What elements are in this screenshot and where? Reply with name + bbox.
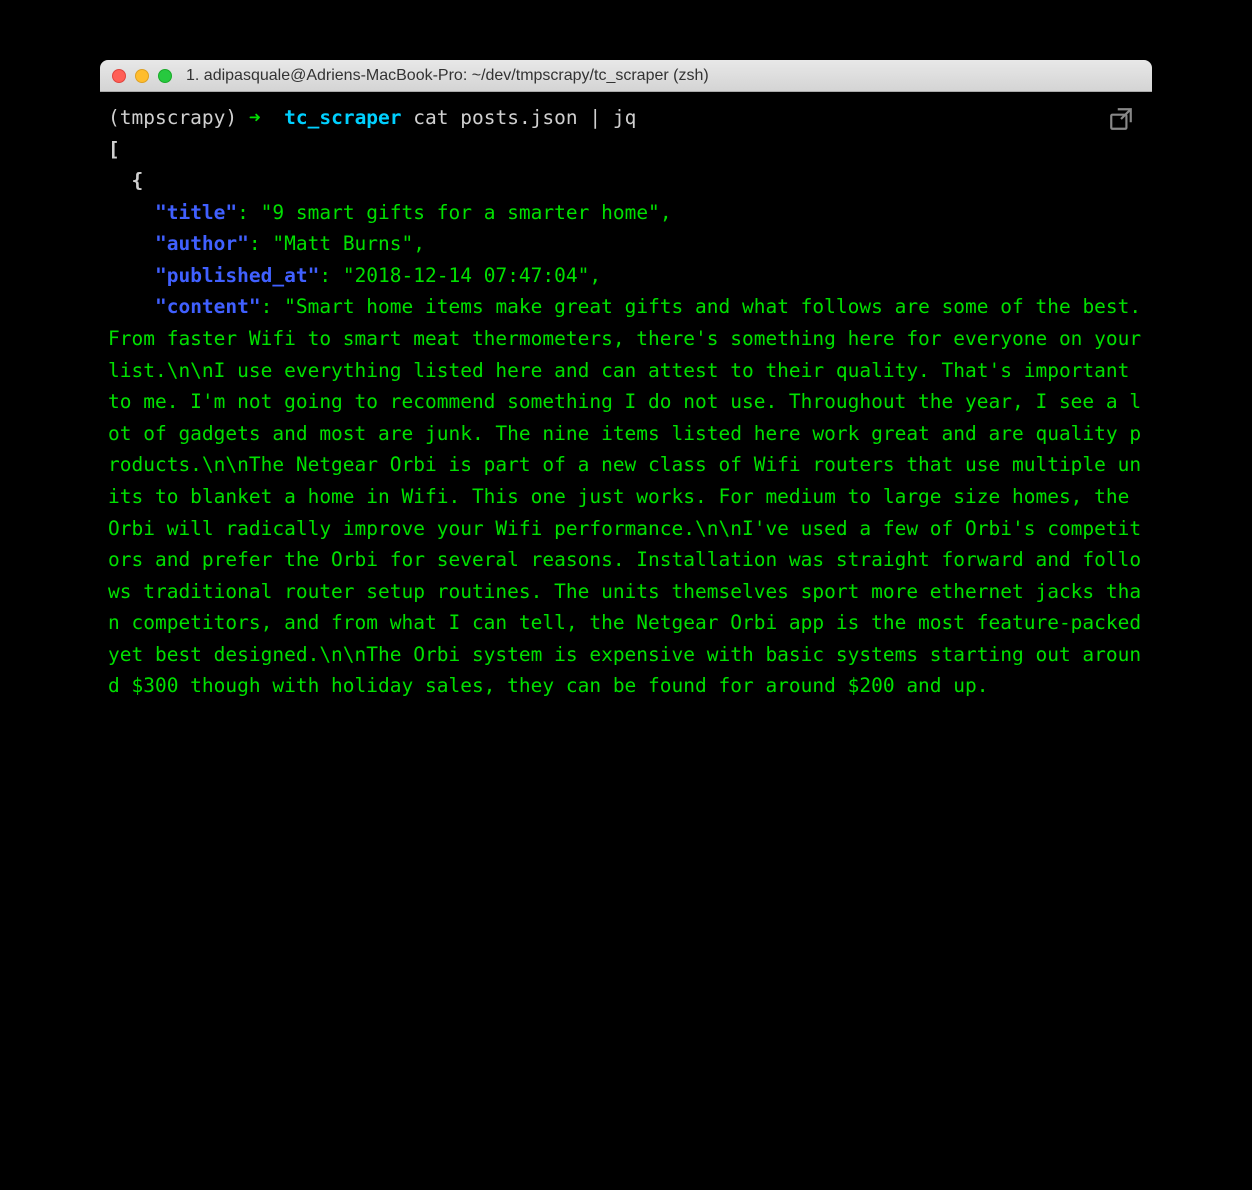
json-comma: ,: [413, 232, 425, 255]
prompt-arrow-icon: ➜: [249, 106, 261, 129]
terminal-body[interactable]: (tmpscrapy) ➜ tc_scraper cat posts.json …: [100, 92, 1152, 1130]
close-button[interactable]: [112, 69, 126, 83]
json-colon: :: [237, 201, 260, 224]
json-key-published: "published_at": [155, 264, 319, 287]
json-key-author: "author": [155, 232, 249, 255]
minimize-button[interactable]: [135, 69, 149, 83]
json-comma: ,: [660, 201, 672, 224]
share-icon[interactable]: [1108, 106, 1134, 132]
json-value-content: "Smart home items make great gifts and w…: [108, 295, 1152, 697]
json-array-open: [: [108, 138, 120, 161]
json-colon: :: [249, 232, 272, 255]
json-value-author: "Matt Burns": [272, 232, 413, 255]
window-title: 1. adipasquale@Adriens-MacBook-Pro: ~/de…: [186, 67, 709, 85]
json-object-open: {: [131, 169, 143, 192]
json-comma: ,: [589, 264, 601, 287]
maximize-button[interactable]: [158, 69, 172, 83]
prompt-directory: tc_scraper: [284, 106, 401, 129]
json-colon: :: [261, 295, 284, 318]
terminal-output: (tmpscrapy) ➜ tc_scraper cat posts.json …: [108, 102, 1144, 702]
prompt-command: cat posts.json | jq: [413, 106, 636, 129]
window-titlebar[interactable]: 1. adipasquale@Adriens-MacBook-Pro: ~/de…: [100, 60, 1152, 92]
json-key-title: "title": [155, 201, 237, 224]
json-value-published: "2018-12-14 07:47:04": [343, 264, 590, 287]
json-value-title: "9 smart gifts for a smarter home": [261, 201, 660, 224]
json-key-content: "content": [155, 295, 261, 318]
traffic-lights: [112, 69, 172, 83]
json-colon: :: [319, 264, 342, 287]
prompt-env: (tmpscrapy): [108, 106, 237, 129]
terminal-window: 1. adipasquale@Adriens-MacBook-Pro: ~/de…: [100, 60, 1152, 1130]
